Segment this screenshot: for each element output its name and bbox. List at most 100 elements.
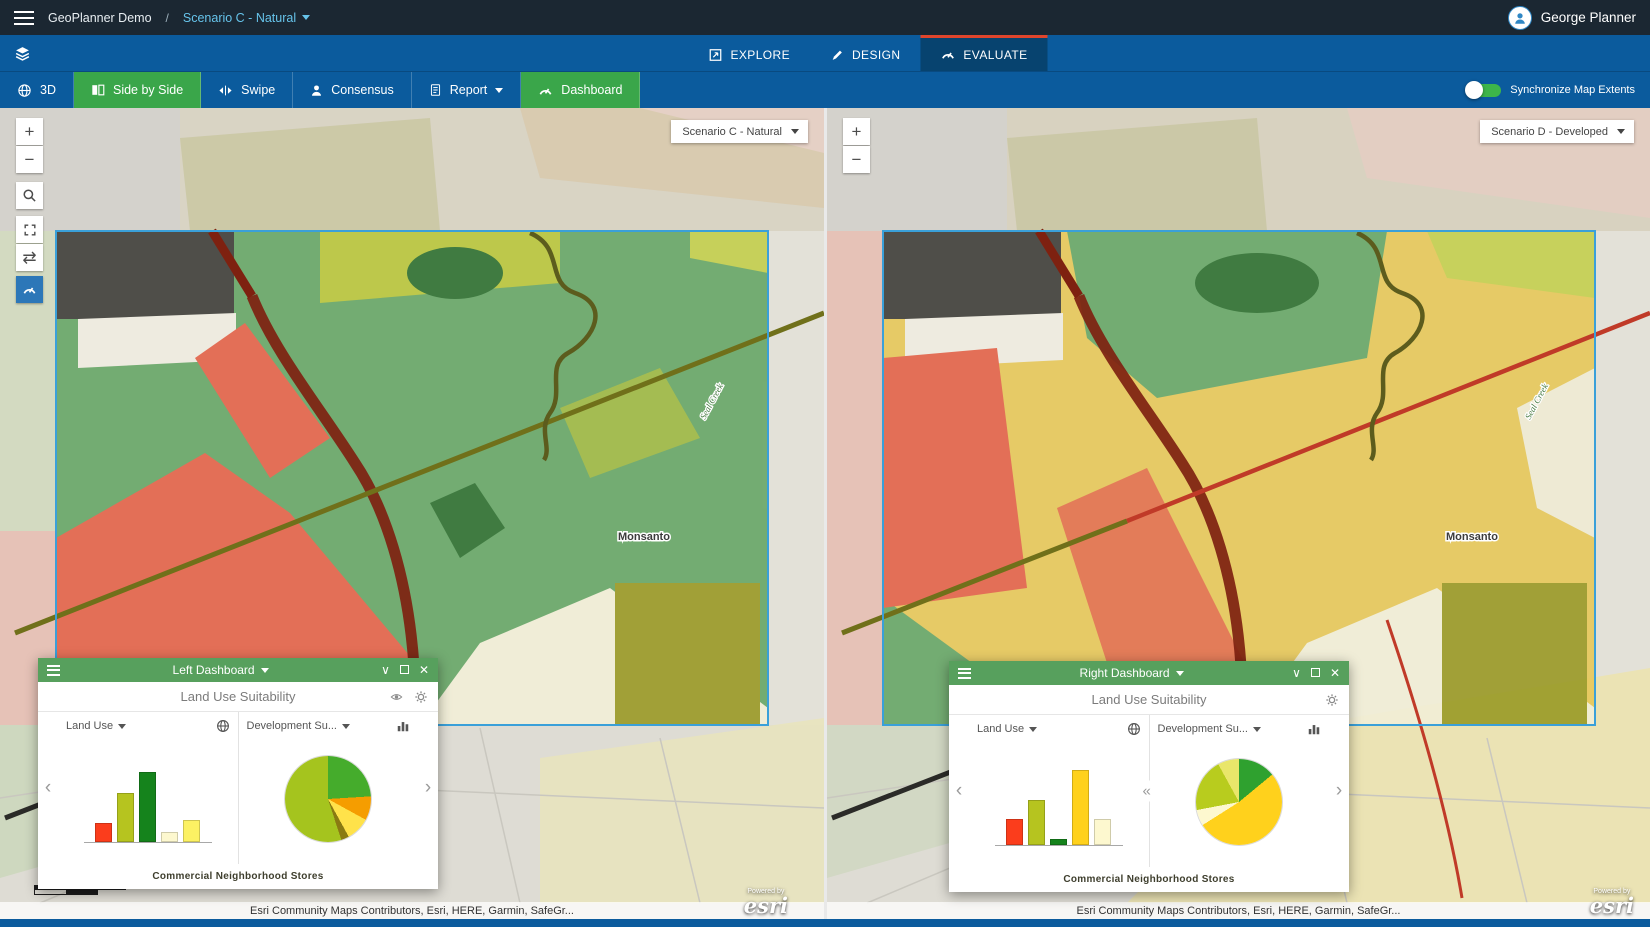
zoom-out-button[interactable]: − <box>16 146 43 173</box>
consensus-button-label: Consensus <box>331 83 394 97</box>
report-button[interactable]: Report <box>412 72 522 108</box>
left-dashboard-charts: ‹ Land Use <box>38 712 438 864</box>
globe-icon[interactable] <box>216 719 230 733</box>
panel-maximize-icon[interactable] <box>1311 667 1320 679</box>
breadcrumb-separator: / <box>166 11 169 25</box>
dashboard-button-label: Dashboard <box>561 83 622 97</box>
tab-design-label: DESIGN <box>852 48 900 62</box>
bar-segment <box>95 823 112 842</box>
land-use-bar-chart[interactable] <box>84 755 212 843</box>
menu-icon[interactable] <box>14 7 34 29</box>
land-use-series-select[interactable]: Land Use <box>973 719 1145 739</box>
bar-segment <box>161 832 178 842</box>
left-dashboard-title-select[interactable]: Left Dashboard <box>68 663 373 677</box>
scenario-selector-right[interactable]: Scenario D - Developed <box>1480 120 1634 143</box>
chevron-down-icon <box>1617 129 1625 134</box>
chart-page-prev-icon[interactable]: ‹ <box>38 712 58 864</box>
land-use-bar-chart[interactable] <box>995 758 1123 846</box>
settings-gear-icon[interactable] <box>1325 693 1339 707</box>
bar-segment <box>139 772 156 842</box>
app-title: GeoPlanner Demo <box>48 11 152 25</box>
visibility-eye-icon[interactable] <box>389 691 404 703</box>
zoom-out-button[interactable]: − <box>843 146 870 173</box>
user-name: George Planner <box>1541 10 1636 25</box>
search-icon[interactable] <box>16 182 43 209</box>
chart-page-next-icon[interactable]: › <box>418 712 438 864</box>
card-divider <box>238 712 239 864</box>
panel-collapse-icon[interactable]: ∨ <box>1292 667 1301 679</box>
bar-segment <box>1028 800 1045 845</box>
sync-extents-label: Synchronize Map Extents <box>1510 84 1635 96</box>
map-right-scenario-d[interactable]: Monsanto Seal Creek + − Scenario D - Dev… <box>827 108 1650 919</box>
right-dashboard-panel: Right Dashboard ∨ ✕ Land Use Suitability <box>949 661 1349 892</box>
bar-chart-icon[interactable] <box>396 719 410 733</box>
chevron-down-icon <box>302 15 310 20</box>
zoom-in-button[interactable]: + <box>843 118 870 145</box>
collapse-card-icon[interactable]: « <box>1142 781 1152 802</box>
extent-controls-left: ⇄ <box>16 216 43 271</box>
esri-logo: Powered by esri <box>1590 888 1634 917</box>
panel-close-icon[interactable]: ✕ <box>419 664 429 676</box>
side-by-side-button[interactable]: Side by Side <box>74 72 201 108</box>
layers-icon[interactable] <box>0 35 44 71</box>
development-series-select[interactable]: Development Su... <box>243 716 415 736</box>
land-use-series-select[interactable]: Land Use <box>62 716 234 736</box>
zoom-controls-left: + − <box>16 118 43 173</box>
chart-page-next-icon[interactable]: › <box>1329 715 1349 867</box>
development-suitability-pie-chart[interactable] <box>285 756 371 842</box>
dashboard-gauge-icon[interactable] <box>16 276 43 303</box>
right-dashboard-charts: ‹ Land Use <box>949 715 1349 867</box>
report-button-label: Report <box>450 83 488 97</box>
map-divider <box>824 108 827 919</box>
series-label: Development Su... <box>1158 723 1249 735</box>
panel-menu-icon[interactable] <box>958 665 971 681</box>
tab-evaluate[interactable]: EVALUATE <box>920 35 1047 71</box>
scenario-selector-left[interactable]: Scenario C - Natural <box>671 120 808 143</box>
tab-explore[interactable]: EXPLORE <box>688 35 810 71</box>
breadcrumb-scenario-link[interactable]: Scenario C - Natural <box>183 11 310 25</box>
panel-close-icon[interactable]: ✕ <box>1330 667 1340 679</box>
tab-design[interactable]: DESIGN <box>810 35 920 71</box>
tab-evaluate-label: EVALUATE <box>963 48 1027 62</box>
chart-page-prev-icon[interactable]: ‹ <box>949 715 969 867</box>
esri-logo: Powered by esri <box>744 888 788 917</box>
dashboard-widget-left <box>16 276 43 303</box>
series-label: Land Use <box>66 720 113 732</box>
map-left-scenario-c[interactable]: Monsanto Seal Creek + − ⇄ <box>0 108 824 919</box>
swipe-button[interactable]: Swipe <box>201 72 293 108</box>
settings-gear-icon[interactable] <box>414 690 428 704</box>
scenario-link-label: Scenario C - Natural <box>183 11 296 25</box>
development-suitability-pie-chart[interactable] <box>1196 759 1282 845</box>
consensus-button[interactable]: Consensus <box>293 72 412 108</box>
chevron-down-icon <box>118 724 126 729</box>
panel-menu-icon[interactable] <box>47 662 60 678</box>
left-dashboard-section: Land Use Suitability <box>38 682 438 712</box>
mode-tab-bar: EXPLORE DESIGN EVALUATE <box>0 35 1650 71</box>
zoom-in-button[interactable]: + <box>16 118 43 145</box>
chart-caption: Commercial Neighborhood Stores <box>38 864 438 889</box>
panel-maximize-icon[interactable] <box>400 664 409 676</box>
mode-tabs: EXPLORE DESIGN EVALUATE <box>688 35 1047 71</box>
globe-icon[interactable] <box>1127 722 1141 736</box>
left-dashboard-header[interactable]: Left Dashboard ∨ ✕ <box>38 658 438 682</box>
right-dashboard-section: Land Use Suitability <box>949 685 1349 715</box>
section-title: Land Use Suitability <box>181 689 296 704</box>
swipe-button-label: Swipe <box>241 83 275 97</box>
user-menu[interactable]: George Planner <box>1508 6 1636 30</box>
right-dashboard-header[interactable]: Right Dashboard ∨ ✕ <box>949 661 1349 685</box>
map-label-monsanto: Monsanto <box>618 531 670 543</box>
chevron-down-icon <box>791 129 799 134</box>
chevron-down-icon <box>495 88 503 93</box>
dashboard-button[interactable]: Dashboard <box>521 72 640 108</box>
map-comparison-area: Monsanto Seal Creek + − ⇄ <box>0 108 1650 919</box>
full-extent-icon[interactable] <box>16 216 43 243</box>
sync-extents-toggle[interactable] <box>1467 84 1501 97</box>
right-dashboard-title-select[interactable]: Right Dashboard <box>979 666 1284 680</box>
bar-chart-icon[interactable] <box>1307 722 1321 736</box>
swap-extent-icon[interactable]: ⇄ <box>16 244 43 271</box>
panel-collapse-icon[interactable]: ∨ <box>381 664 390 676</box>
3d-button[interactable]: 3D <box>0 72 74 108</box>
land-use-chart-card: Land Use <box>969 715 1149 867</box>
chevron-down-icon <box>1029 727 1037 732</box>
development-series-select[interactable]: Development Su... <box>1154 719 1326 739</box>
